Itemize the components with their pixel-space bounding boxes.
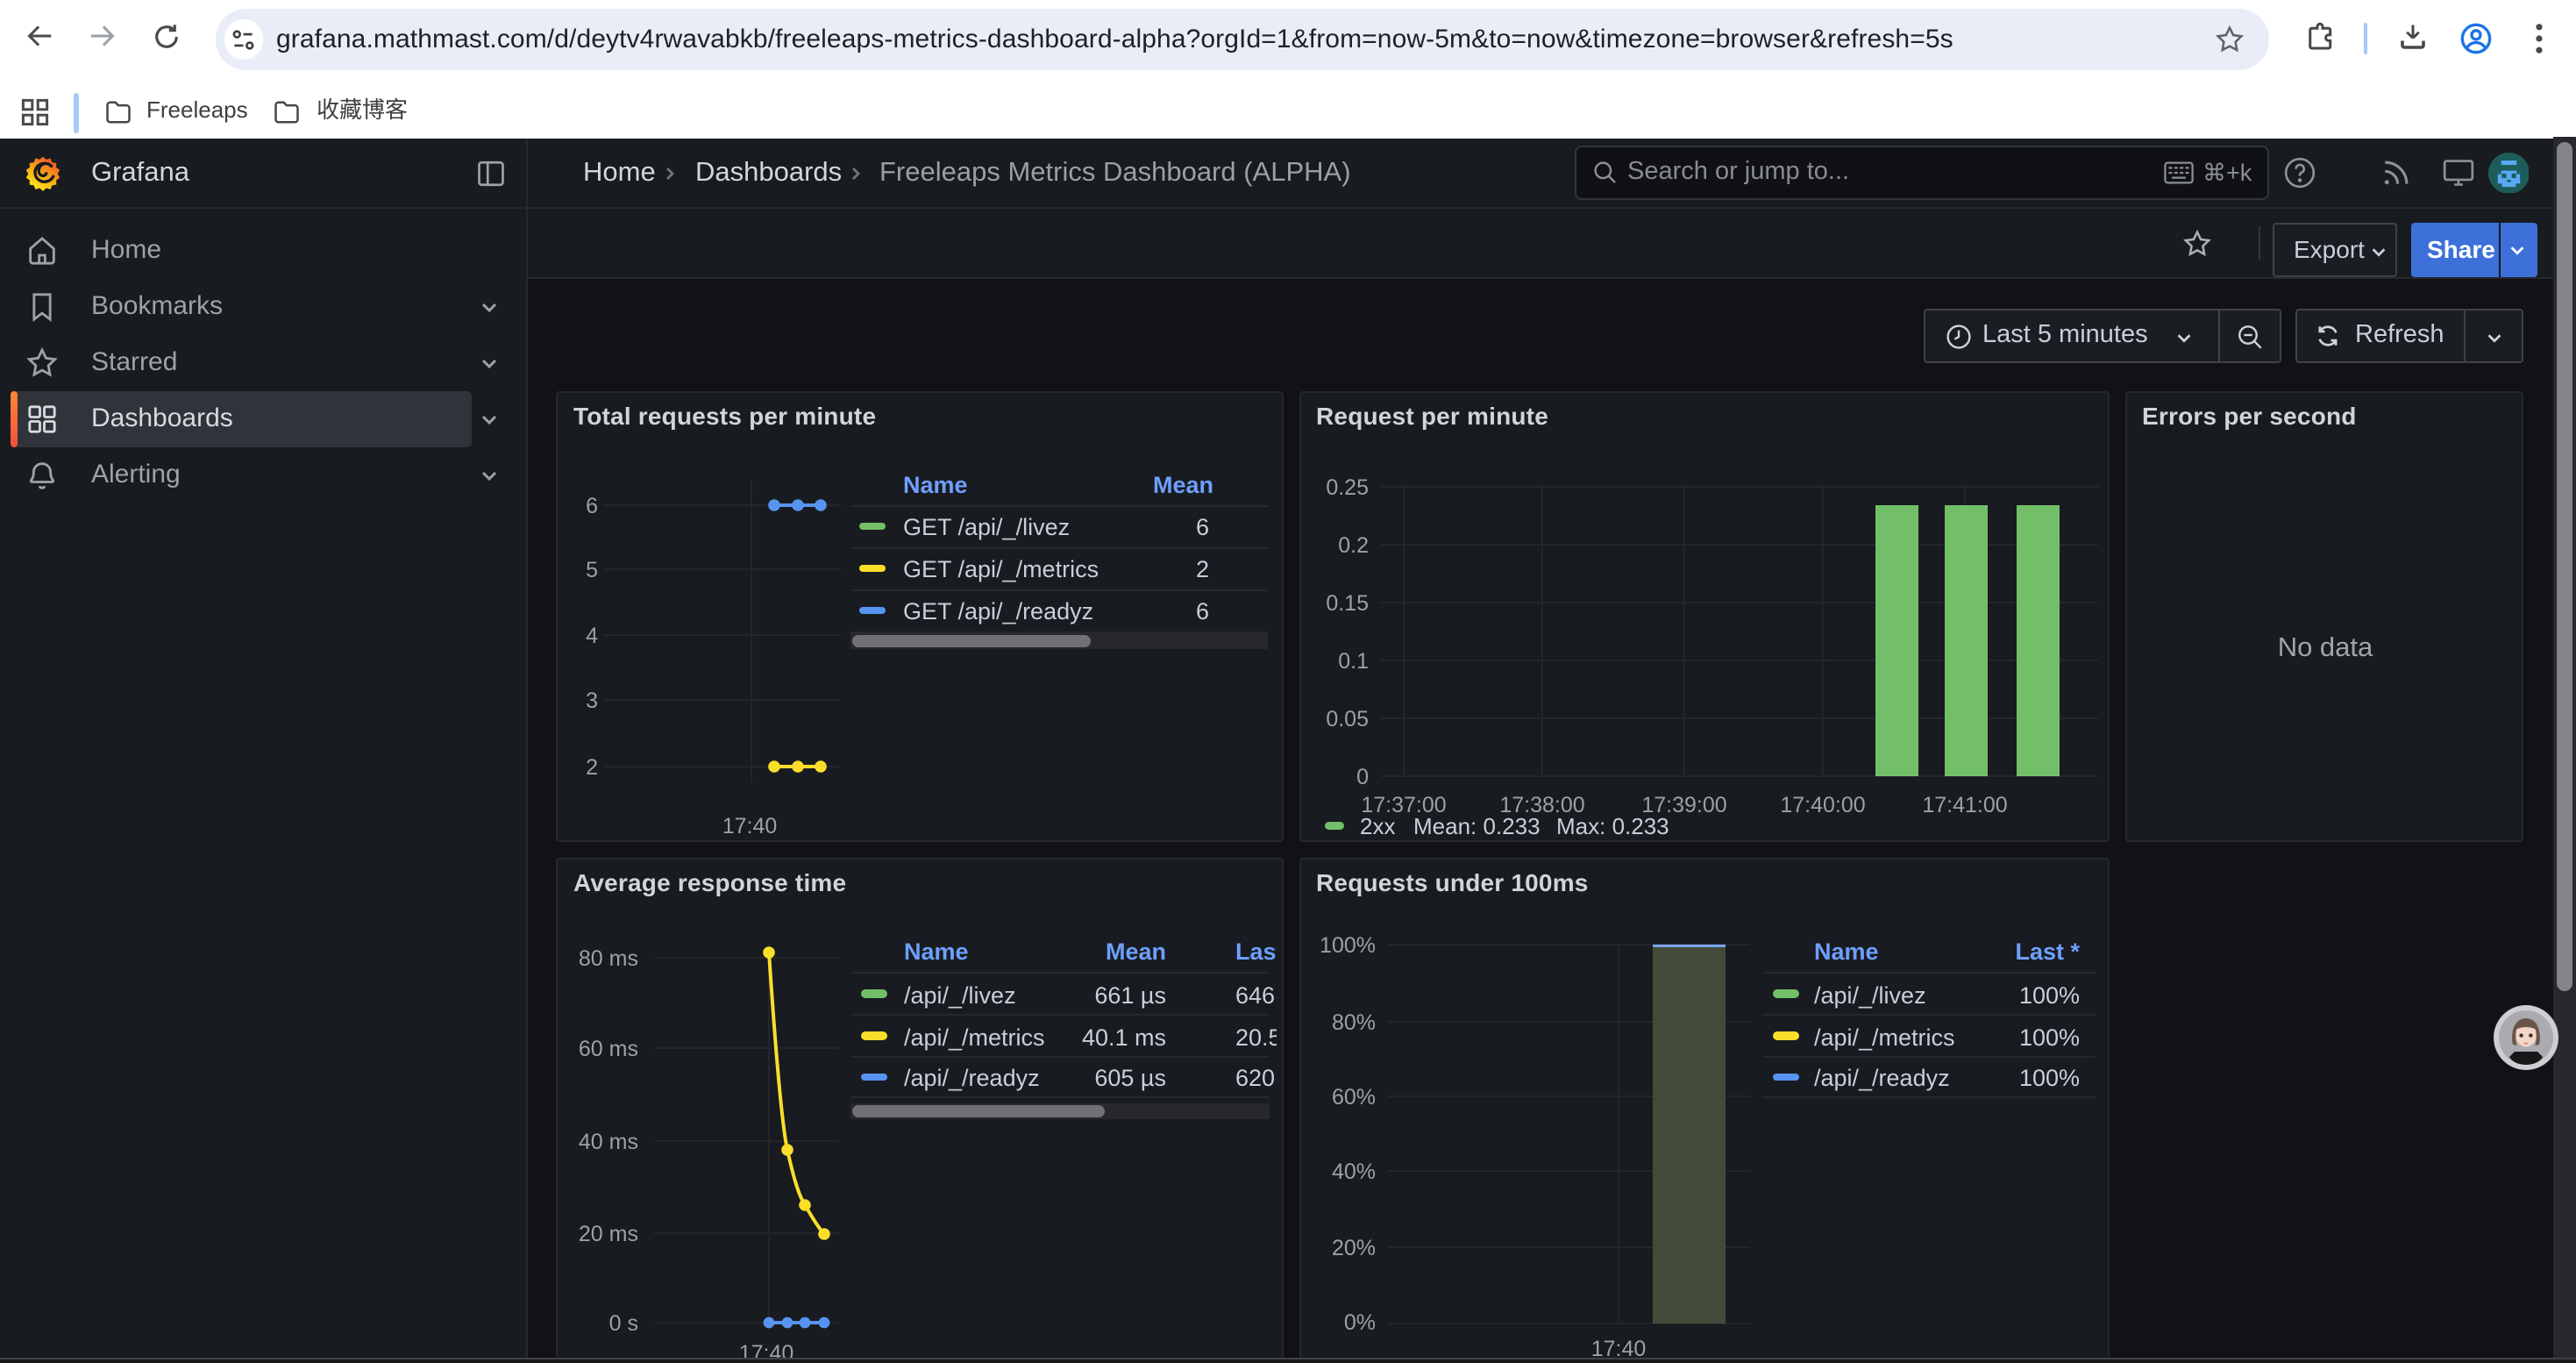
svg-text:0.25: 0.25	[1325, 475, 1368, 500]
svg-text:80 ms: 80 ms	[579, 946, 638, 971]
svg-text:0.15: 0.15	[1325, 591, 1368, 616]
svg-text:17:41:00: 17:41:00	[1921, 793, 2006, 817]
svg-text:0.1: 0.1	[1337, 649, 1368, 674]
svg-text:6: 6	[586, 494, 598, 518]
svg-text:20%: 20%	[1331, 1236, 1375, 1260]
svg-text:20 ms: 20 ms	[579, 1222, 638, 1246]
svg-text:17:40: 17:40	[722, 814, 778, 838]
svg-text:40 ms: 40 ms	[579, 1130, 638, 1154]
svg-text:40%: 40%	[1331, 1160, 1375, 1184]
svg-text:60 ms: 60 ms	[579, 1037, 638, 1061]
svg-text:0.2: 0.2	[1337, 533, 1368, 558]
svg-text:0 s: 0 s	[609, 1311, 638, 1336]
svg-text:0: 0	[1356, 765, 1368, 789]
svg-text:2: 2	[586, 755, 598, 780]
svg-text:5: 5	[586, 558, 598, 582]
svg-text:Max: 0.233: Max: 0.233	[1555, 813, 1669, 839]
svg-text:3: 3	[586, 689, 598, 713]
svg-text:60%: 60%	[1331, 1085, 1375, 1110]
svg-text:4: 4	[586, 624, 598, 648]
svg-text:0.05: 0.05	[1325, 707, 1368, 731]
svg-text:100%: 100%	[1319, 933, 1375, 958]
svg-text:2xx: 2xx	[1359, 813, 1394, 839]
svg-text:Mean: 0.233: Mean: 0.233	[1413, 813, 1540, 839]
svg-text:0%: 0%	[1343, 1310, 1375, 1335]
svg-text:80%: 80%	[1331, 1010, 1375, 1035]
svg-text:17:40:00: 17:40:00	[1779, 793, 1864, 817]
